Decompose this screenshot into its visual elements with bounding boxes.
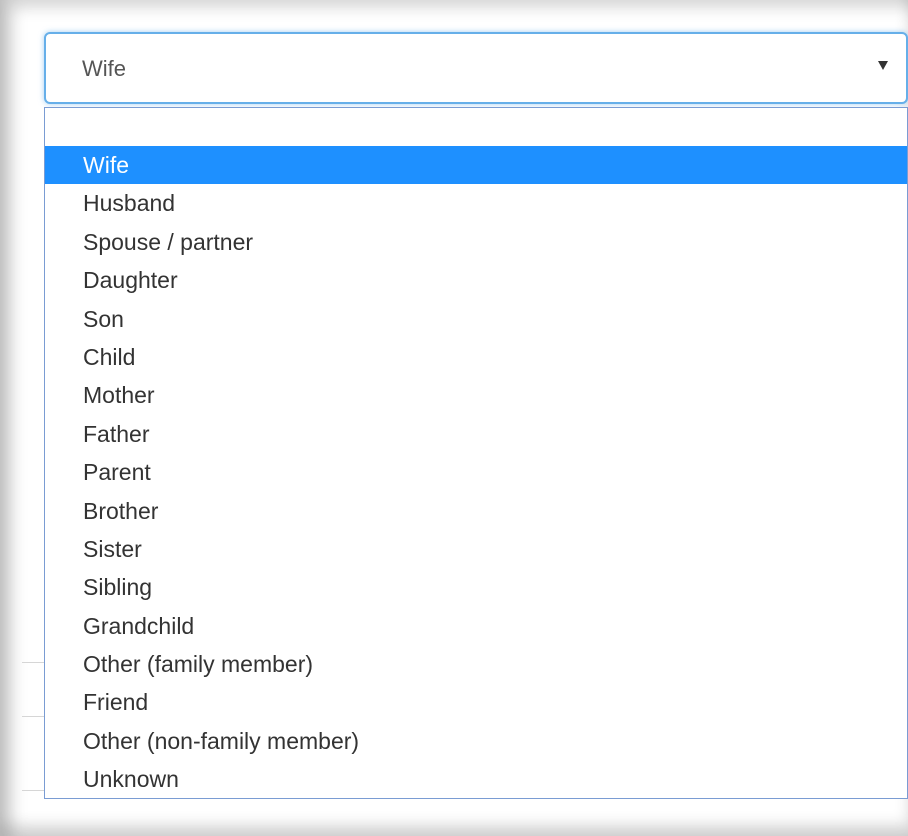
dropdown-option-mother[interactable]: Mother — [45, 376, 907, 414]
dropdown-option-child[interactable]: Child — [45, 338, 907, 376]
screenshot-frame: Wife Wife Husband Spouse / partner Daugh… — [0, 0, 908, 836]
relationship-select[interactable]: Wife — [44, 32, 908, 104]
select-current-value: Wife — [82, 56, 126, 81]
dropdown-option-other-non-family-member[interactable]: Other (non-family member) — [45, 722, 907, 760]
dropdown-option-daughter[interactable]: Daughter — [45, 261, 907, 299]
dropdown-option-father[interactable]: Father — [45, 415, 907, 453]
dropdown-option-parent[interactable]: Parent — [45, 453, 907, 491]
dropdown-option-sibling[interactable]: Sibling — [45, 568, 907, 606]
relationship-dropdown-list[interactable]: Wife Husband Spouse / partner Daughter S… — [44, 107, 908, 799]
dropdown-option-other-family-member[interactable]: Other (family member) — [45, 645, 907, 683]
dropdown-option-wife[interactable]: Wife — [45, 146, 907, 185]
dropdown-option-brother[interactable]: Brother — [45, 492, 907, 530]
dropdown-option-son[interactable]: Son — [45, 300, 907, 338]
dropdown-option-spouse-partner[interactable]: Spouse / partner — [45, 223, 907, 261]
dropdown-option-grandchild[interactable]: Grandchild — [45, 607, 907, 645]
dropdown-option-husband[interactable]: Husband — [45, 184, 907, 222]
dropdown-option-sister[interactable]: Sister — [45, 530, 907, 568]
dropdown-option-empty[interactable] — [45, 108, 907, 146]
dropdown-option-unknown[interactable]: Unknown — [45, 760, 907, 798]
dropdown-option-friend[interactable]: Friend — [45, 683, 907, 721]
caret-down-icon[interactable] — [878, 61, 888, 70]
